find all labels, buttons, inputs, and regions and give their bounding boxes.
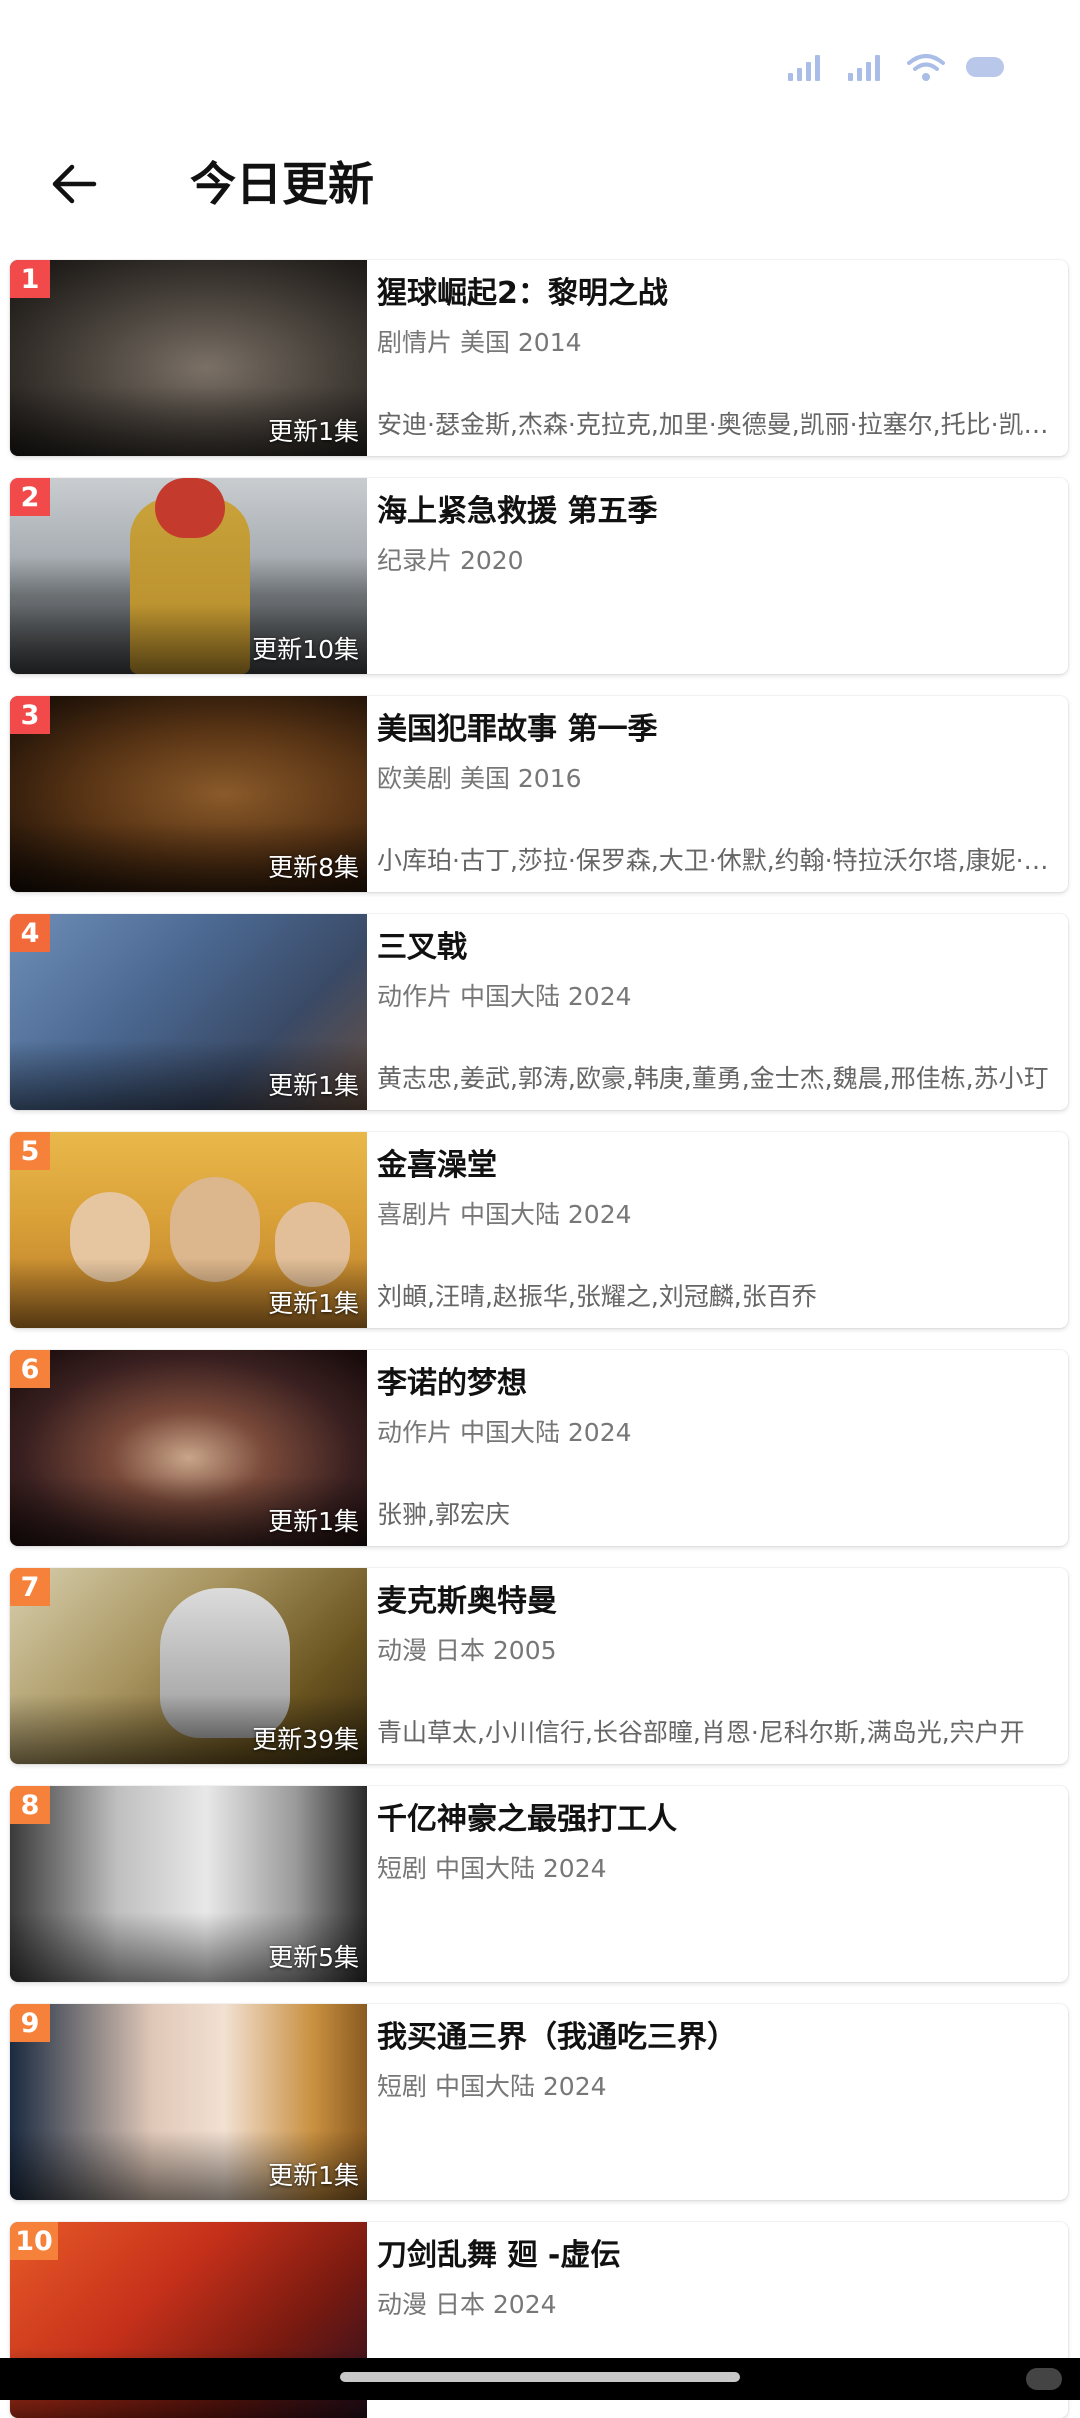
app-header: 今日更新 xyxy=(0,130,1080,230)
home-indicator[interactable] xyxy=(340,2372,740,2382)
item-cast: 安迪·瑟金斯,杰森·克拉克,加里·奥德曼,凯丽·拉塞尔,托比·凯贝尔 xyxy=(377,410,1052,439)
item-cast: 刘頔,汪晴,赵振华,张耀之,刘冠麟,张百乔 xyxy=(377,1282,817,1311)
rank-badge: 9 xyxy=(10,2004,50,2042)
wifi-icon xyxy=(907,54,945,81)
watermark-icon xyxy=(1026,2368,1062,2390)
signal-icon xyxy=(788,55,820,81)
item-meta: 短剧 中国大陆 2024 xyxy=(377,1854,607,1883)
list-item[interactable]: 3 更新8集 美国犯罪故事 第一季 欧美剧 美国 2016 小库珀·古丁,莎拉·… xyxy=(10,696,1068,892)
rank-badge: 4 xyxy=(10,914,50,952)
poster-image[interactable]: 5 更新1集 xyxy=(10,1132,367,1328)
item-title: 美国犯罪故事 第一季 xyxy=(377,712,658,747)
page-title: 今日更新 xyxy=(190,157,374,211)
item-cast: 小库珀·古丁,莎拉·保罗森,大卫·休默,约翰·特拉沃尔塔,康妮·布里顿 xyxy=(377,846,1052,875)
rank-badge: 6 xyxy=(10,1350,50,1388)
poster-image[interactable]: 3 更新8集 xyxy=(10,696,367,892)
rank-badge: 3 xyxy=(10,696,50,734)
update-count: 更新1集 xyxy=(268,1071,359,1100)
arrow-left-icon xyxy=(52,164,97,204)
poster-image[interactable]: 9 更新1集 xyxy=(10,2004,367,2200)
rank-badge: 7 xyxy=(10,1568,50,1606)
poster-image[interactable]: 4 更新1集 xyxy=(10,914,367,1110)
update-count: 更新1集 xyxy=(268,1507,359,1536)
poster-image[interactable]: 8 更新5集 xyxy=(10,1786,367,1982)
update-count: 更新39集 xyxy=(252,1725,359,1754)
battery-icon xyxy=(966,57,1004,77)
item-cast: 黄志忠,姜武,郭涛,欧豪,韩庚,董勇,金士杰,魏晨,邢佳栋,苏小玎 xyxy=(377,1064,1049,1093)
item-title: 海上紧急救援 第五季 xyxy=(377,494,658,529)
poster-image[interactable]: 2 更新10集 xyxy=(10,478,367,674)
list-item[interactable]: 9 更新1集 我买通三界（我通吃三界） 短剧 中国大陆 2024 xyxy=(10,2004,1068,2200)
item-meta: 动作片 中国大陆 2024 xyxy=(377,1418,632,1447)
list-item[interactable]: 8 更新5集 千亿神豪之最强打工人 短剧 中国大陆 2024 xyxy=(10,1786,1068,1982)
rank-badge: 10 xyxy=(10,2222,58,2260)
update-count: 更新1集 xyxy=(268,1289,359,1318)
item-meta: 剧情片 美国 2014 xyxy=(377,328,582,357)
update-count: 更新8集 xyxy=(268,853,359,882)
item-cast: 青山草太,小川信行,长谷部瞳,肖恩·尼科尔斯,满岛光,宍户开 xyxy=(377,1718,1025,1747)
list-item[interactable]: 4 更新1集 三叉戟 动作片 中国大陆 2024 黄志忠,姜武,郭涛,欧豪,韩庚… xyxy=(10,914,1068,1110)
update-count: 更新5集 xyxy=(268,1943,359,1972)
update-count: 更新10集 xyxy=(252,635,359,664)
list-item[interactable]: 1 更新1集 猩球崛起2：黎明之战 剧情片 美国 2014 安迪·瑟金斯,杰森·… xyxy=(10,260,1068,456)
rank-badge: 8 xyxy=(10,1786,50,1824)
list-item[interactable]: 5 更新1集 金喜澡堂 喜剧片 中国大陆 2024 刘頔,汪晴,赵振华,张耀之,… xyxy=(10,1132,1068,1328)
item-title: 金喜澡堂 xyxy=(377,1148,497,1183)
item-meta: 纪录片 2020 xyxy=(377,546,524,575)
list-item[interactable]: 6 更新1集 李诺的梦想 动作片 中国大陆 2024 张翀,郭宏庆 xyxy=(10,1350,1068,1546)
rank-badge: 5 xyxy=(10,1132,50,1170)
item-title: 麦克斯奥特曼 xyxy=(377,1584,557,1619)
rank-badge: 1 xyxy=(10,260,50,298)
rank-badge: 2 xyxy=(10,478,50,516)
back-button[interactable] xyxy=(38,148,110,220)
item-meta: 动作片 中国大陆 2024 xyxy=(377,982,632,1011)
item-meta: 短剧 中国大陆 2024 xyxy=(377,2072,607,2101)
item-meta: 欧美剧 美国 2016 xyxy=(377,764,582,793)
item-cast: 张翀,郭宏庆 xyxy=(377,1500,510,1529)
item-title: 猩球崛起2：黎明之战 xyxy=(377,276,668,311)
item-title: 刀剑乱舞 廻 -虚伝 xyxy=(377,2238,621,2273)
item-title: 三叉戟 xyxy=(377,930,467,965)
item-meta: 动漫 日本 2024 xyxy=(377,2290,557,2319)
system-nav-bar xyxy=(0,2358,1080,2400)
item-title: 我买通三界（我通吃三界） xyxy=(377,2020,737,2055)
poster-image[interactable]: 1 更新1集 xyxy=(10,260,367,456)
list-item[interactable]: 2 更新10集 海上紧急救援 第五季 纪录片 2020 xyxy=(10,478,1068,674)
status-bar xyxy=(0,0,1080,150)
signal-icon-2 xyxy=(848,55,880,81)
item-meta: 喜剧片 中国大陆 2024 xyxy=(377,1200,632,1229)
poster-image[interactable]: 7 更新39集 xyxy=(10,1568,367,1764)
poster-image[interactable]: 6 更新1集 xyxy=(10,1350,367,1546)
item-title: 李诺的梦想 xyxy=(377,1366,527,1401)
item-title: 千亿神豪之最强打工人 xyxy=(377,1802,677,1837)
status-icons xyxy=(786,52,1004,82)
list-item[interactable]: 7 更新39集 麦克斯奥特曼 动漫 日本 2005 青山草太,小川信行,长谷部瞳… xyxy=(10,1568,1068,1764)
update-count: 更新1集 xyxy=(268,417,359,446)
item-meta: 动漫 日本 2005 xyxy=(377,1636,557,1665)
update-count: 更新1集 xyxy=(268,2161,359,2190)
